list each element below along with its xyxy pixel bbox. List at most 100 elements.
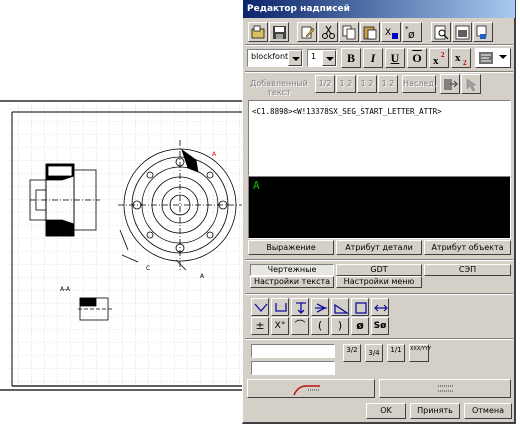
symbol-taper-button[interactable]	[311, 298, 329, 316]
superscript-button[interactable]: x2	[429, 48, 449, 68]
stack-button-1[interactable]: 1/2	[315, 75, 335, 93]
dialog-title[interactable]: Редактор надписей	[243, 0, 515, 18]
double-arrow-icon	[374, 304, 388, 312]
font-name-select[interactable]: blockfont	[247, 49, 303, 67]
symbol-slope-button[interactable]	[331, 298, 349, 316]
symbol-counterbore-button[interactable]	[271, 298, 289, 316]
chevron-down-icon[interactable]	[288, 50, 302, 66]
svg-text:x: x	[433, 55, 439, 66]
inherit-pick-button[interactable]	[440, 74, 460, 94]
tab-sep[interactable]: СЭП	[424, 264, 511, 276]
text-preview: A	[248, 176, 511, 239]
cut-button[interactable]	[318, 22, 338, 42]
open-button[interactable]	[248, 22, 268, 42]
drawing-canvas[interactable]: A-A C A A	[0, 0, 242, 424]
paste-button[interactable]	[360, 22, 380, 42]
fraction-numerator-input[interactable]	[251, 344, 335, 358]
font-name-value: blockfont	[251, 52, 289, 61]
symbol-right-paren-button[interactable]: )	[331, 317, 349, 335]
drawing-label-c: C	[146, 265, 150, 272]
tab-text-settings[interactable]: Настройки текста	[250, 276, 334, 288]
taper-icon	[315, 303, 327, 313]
underline-button[interactable]: U	[385, 48, 405, 68]
preview-button[interactable]	[431, 22, 451, 42]
symbol-degree-button[interactable]: X°	[271, 317, 289, 335]
bold-button[interactable]: B	[341, 48, 361, 68]
overline-button[interactable]: O	[407, 48, 427, 68]
symbol-left-paren-button[interactable]: (	[311, 317, 329, 335]
alignment-select[interactable]	[475, 48, 511, 68]
leader-line-button[interactable]	[247, 379, 375, 398]
drawing-label-section: A-A	[60, 286, 71, 293]
pencil-icon	[301, 26, 315, 39]
italic-button[interactable]: I	[363, 48, 383, 68]
toolbar-separator	[245, 44, 513, 46]
export-button[interactable]	[473, 22, 493, 42]
frame-text-button[interactable]	[379, 379, 511, 398]
fraction-denominator-input[interactable]	[251, 361, 335, 375]
chevron-down-icon[interactable]	[322, 50, 336, 66]
text-input-area[interactable]: <C1.8898><W!13378SX_SEG_START_LETTER_ATT…	[248, 100, 511, 176]
symbol-between-button[interactable]	[371, 298, 389, 316]
fraction-style-1-button[interactable]: 3/2	[343, 344, 361, 362]
square-icon	[355, 302, 367, 314]
part-attribute-button[interactable]: Атрибут детали	[336, 240, 422, 255]
symbol-chamfer-button[interactable]	[251, 298, 269, 316]
svg-text:2: 2	[441, 51, 445, 59]
tab-menu-settings[interactable]: Настройки меню	[336, 276, 422, 288]
fraction-style-2-button[interactable]: 3/4	[365, 344, 383, 362]
superscript-icon: x2	[433, 51, 445, 66]
delete-icon: X	[385, 28, 398, 39]
inherit-button[interactable]: Наслед.	[402, 75, 436, 93]
edit-button[interactable]	[297, 22, 317, 42]
cancel-button[interactable]: Отмена	[464, 403, 512, 419]
open-icon	[251, 25, 265, 39]
save-icon	[273, 26, 286, 39]
counterbore-icon	[275, 303, 287, 312]
copy-button[interactable]	[339, 22, 359, 42]
v-symbol-icon	[254, 303, 268, 312]
export-icon	[476, 25, 487, 39]
symbol-arc-button[interactable]: ⌒	[291, 317, 309, 335]
object-attribute-button[interactable]: Атрибут объекта	[424, 240, 511, 255]
symbol-diameter-button[interactable]: ø	[351, 317, 369, 335]
scissors-icon	[322, 25, 335, 39]
subscript-button[interactable]: x2	[451, 48, 471, 68]
arrow-right-icon	[444, 79, 458, 90]
stack-button-4[interactable]: 1 2	[378, 75, 398, 93]
stack-button-2[interactable]: 1 2	[336, 75, 356, 93]
save-button[interactable]	[269, 22, 289, 42]
inherit-settings-button[interactable]	[461, 74, 481, 94]
preview-text: A	[253, 179, 260, 192]
font-size-select[interactable]: 1	[307, 49, 337, 67]
symbol-plus-minus-button[interactable]: ±	[251, 317, 269, 335]
section-separator	[245, 293, 513, 295]
expression-button[interactable]: Выражение	[248, 240, 334, 255]
apply-button[interactable]: Принять	[410, 403, 460, 419]
section-separator	[245, 338, 513, 340]
stack-button-3[interactable]: 1 2	[357, 75, 377, 93]
insert-symbol-button[interactable]: ø *	[402, 22, 422, 42]
fraction-style-3-button[interactable]: 1/1	[387, 344, 405, 362]
subscript-icon: x2	[455, 52, 467, 66]
symbol-depth-button[interactable]	[291, 298, 309, 316]
ok-button[interactable]: OK	[366, 403, 406, 419]
chevron-down-icon[interactable]	[496, 49, 510, 65]
tab-gdt[interactable]: GDT	[336, 264, 422, 276]
svg-text:*: *	[405, 25, 409, 33]
frame-icon	[438, 385, 454, 392]
svg-text:ø: ø	[408, 28, 415, 40]
delete-button[interactable]: X	[381, 22, 401, 42]
svg-text:2: 2	[463, 59, 467, 66]
copy-icon	[342, 25, 356, 40]
diameter-star-icon: ø*	[405, 25, 415, 40]
fraction-style-4-button[interactable]: XXX/YYY	[409, 344, 431, 362]
section-separator	[245, 259, 513, 261]
leader-icon	[293, 385, 320, 396]
symbol-square-button[interactable]	[351, 298, 369, 316]
symbol-spherical-diameter-button[interactable]: Sø	[371, 317, 389, 335]
svg-text:x: x	[455, 52, 461, 64]
image-button[interactable]	[452, 22, 472, 42]
tab-drafting-symbols[interactable]: Чертежные символы	[250, 264, 334, 284]
drawing-graphics: A-A C A A	[0, 100, 242, 391]
